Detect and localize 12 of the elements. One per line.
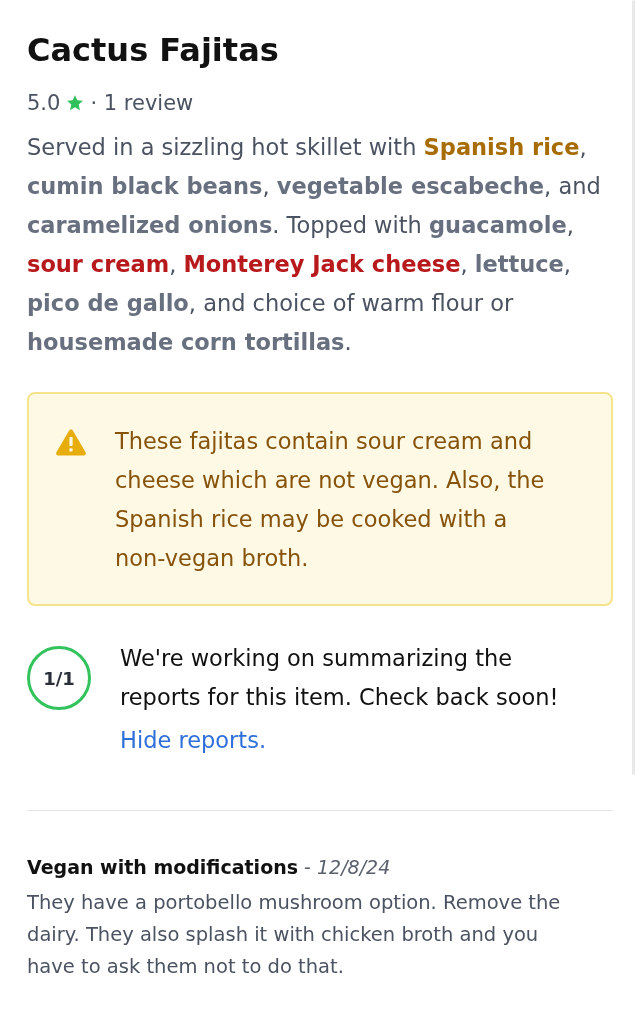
- warning-text: These fajitas contain sour cream and cheese which are not vegan. Also, the Spanish rice may be cooked with a non-vegan broth.: [115, 427, 546, 573]
- star-icon: [66, 94, 85, 112]
- dish-description: Served in a sizzling hot skillet with Spanish rice, cumin black beans, vegetable escabeche, and caramelized onions. Topped with guacamole, sour cream, Monterey Jack cheese, lettuce, pico de gallo, and choice of warm flour or housemade corn tortillas.: [27, 133, 602, 357]
- review-text: They have a portobello mushroom option. Remove the dairy. They also splash it with chicken broth and you have to ask them not to do that.: [27, 890, 562, 980]
- review-count: · 1 review: [90, 90, 194, 117]
- hide-reports-link[interactable]: Hide reports.: [120, 723, 267, 757]
- warning-icon: [55, 428, 87, 456]
- rating-score: 5.0: [27, 90, 61, 117]
- review-heading: Vegan with modifications - 12/8/24: [27, 855, 392, 880]
- report-count-badge: 1/1: [27, 646, 91, 710]
- reports-message: We're working on summarizing the reports for this item. Check back soon!: [120, 644, 560, 712]
- dish-title: Cactus Fajitas: [27, 30, 280, 71]
